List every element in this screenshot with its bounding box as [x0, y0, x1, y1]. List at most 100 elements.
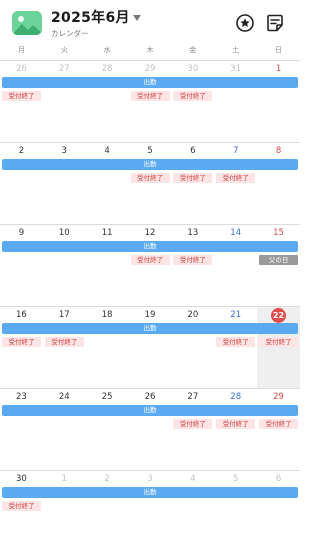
month-selector[interactable]: 2025年6月 カレンダー	[51, 9, 141, 39]
day-cell[interactable]: 5	[214, 471, 257, 547]
reception-closed-tag[interactable]: 受付終了	[173, 91, 213, 101]
day-cell[interactable]: 16	[0, 307, 43, 388]
weekday-tue: 火	[60, 46, 68, 54]
date-number: 26	[16, 64, 27, 74]
reception-closed-tag[interactable]: 受付終了	[259, 337, 299, 347]
day-cell[interactable]: 26	[0, 61, 43, 142]
date-number: 13	[187, 228, 199, 238]
day-cell[interactable]: 18	[86, 307, 129, 388]
calendar-subtitle: カレンダー	[51, 29, 89, 38]
reception-closed-tag[interactable]: 受付終了	[216, 337, 256, 347]
day-cell[interactable]: 2	[0, 143, 43, 224]
day-cell[interactable]: 7	[214, 143, 257, 224]
day-cell[interactable]: 14	[214, 225, 257, 306]
day-cell[interactable]: 17	[43, 307, 86, 388]
weekday-thu: 木	[146, 46, 154, 54]
reception-closed-tag[interactable]: 受付終了	[173, 419, 213, 429]
day-cell[interactable]: 1	[43, 471, 86, 547]
day-cell[interactable]: 19	[129, 307, 172, 388]
calendar-week: 9 10 11 12 13 14 15 出勤 受付終了 受付終了 父の日	[0, 224, 300, 306]
day-cell[interactable]: 15	[257, 225, 300, 306]
today-date-number: 22	[271, 308, 287, 323]
date-number: 3	[61, 146, 67, 156]
month-title[interactable]: 2025年6月	[51, 9, 130, 27]
day-cell[interactable]: 22	[257, 307, 300, 388]
star-circle-icon[interactable]	[235, 13, 255, 33]
notes-icon[interactable]	[265, 13, 285, 33]
date-number: 7	[232, 146, 239, 156]
shift-event-bar[interactable]: 出勤	[2, 487, 298, 498]
day-cell[interactable]: 29	[129, 61, 172, 142]
day-cell[interactable]: 5	[129, 143, 172, 224]
day-cell[interactable]: 26	[129, 389, 172, 470]
weekday-sat: 土	[232, 46, 240, 54]
date-number: 11	[101, 228, 113, 238]
reception-closed-tag[interactable]: 受付終了	[173, 255, 213, 265]
reception-closed-tag[interactable]: 受付終了	[2, 337, 41, 347]
date-number: 27	[187, 392, 199, 402]
date-number: 26	[144, 392, 156, 402]
date-number: 2	[104, 474, 110, 484]
day-cell[interactable]: 30	[171, 61, 214, 142]
date-number: 30	[16, 474, 27, 484]
calendar-app-icon[interactable]	[12, 11, 42, 35]
reception-closed-tag[interactable]: 受付終了	[216, 419, 256, 429]
day-cell[interactable]: 31	[214, 61, 257, 142]
day-cell[interactable]: 3	[129, 471, 172, 547]
day-cell[interactable]: 6	[257, 471, 300, 547]
day-cell[interactable]: 1	[257, 61, 300, 142]
day-cell[interactable]: 25	[86, 389, 129, 470]
date-number: 27	[58, 64, 70, 74]
day-cell[interactable]: 27	[43, 61, 86, 142]
reception-closed-tag[interactable]: 受付終了	[2, 501, 41, 511]
day-cell[interactable]: 28	[214, 389, 257, 470]
reception-closed-tag[interactable]: 受付終了	[173, 173, 213, 183]
day-cell[interactable]: 11	[86, 225, 129, 306]
day-cell[interactable]: 4	[171, 471, 214, 547]
day-cell[interactable]: 8	[257, 143, 300, 224]
day-cell[interactable]: 28	[86, 61, 129, 142]
calendar-week: 30 1 2 3 4 5 6 出勤受付終了	[0, 470, 300, 547]
weekday-sun: 日	[275, 46, 283, 54]
date-number: 28	[230, 392, 242, 402]
date-number: 29	[144, 64, 156, 74]
day-cell[interactable]: 20	[171, 307, 214, 388]
date-number: 2	[18, 146, 25, 156]
shift-event-bar[interactable]: 出勤	[2, 405, 298, 416]
weekday-wed: 水	[103, 46, 111, 54]
date-number: 16	[16, 310, 27, 320]
day-cell[interactable]: 12	[129, 225, 172, 306]
date-number: 4	[190, 474, 196, 484]
day-cell[interactable]: 3	[43, 143, 86, 224]
day-cell[interactable]: 27	[171, 389, 214, 470]
date-number: 10	[58, 228, 70, 238]
reception-closed-tag[interactable]: 受付終了	[216, 173, 256, 183]
reception-closed-tag[interactable]: 受付終了	[259, 419, 299, 429]
shift-event-bar[interactable]: 出勤	[2, 77, 298, 88]
calendar-week: 16 17 18 19 20 21 22 出勤 受付終了 受付終了 受付終了 受付終了	[0, 306, 300, 388]
day-cell[interactable]: 10	[43, 225, 86, 306]
day-cell[interactable]: 4	[86, 143, 129, 224]
reception-closed-tag[interactable]: 受付終了	[130, 91, 170, 101]
day-cell[interactable]: 6	[171, 143, 214, 224]
reception-closed-tag[interactable]: 受付終了	[44, 337, 84, 347]
day-cell[interactable]: 9	[0, 225, 43, 306]
day-cell[interactable]: 2	[86, 471, 129, 547]
day-cell[interactable]: 23	[0, 389, 43, 470]
shift-event-bar[interactable]: 出勤	[2, 241, 298, 252]
day-cell[interactable]: 24	[43, 389, 86, 470]
day-cell[interactable]: 29	[257, 389, 300, 470]
reception-closed-tag[interactable]: 受付終了	[2, 91, 41, 101]
reception-closed-tag[interactable]: 受付終了	[130, 255, 170, 265]
date-number: 23	[16, 392, 27, 402]
day-cell[interactable]: 21	[214, 307, 257, 388]
shift-event-bar[interactable]: 出勤	[2, 159, 298, 170]
shift-event-bar[interactable]: 出勤	[2, 323, 298, 334]
day-cell[interactable]: 13	[171, 225, 214, 306]
dropdown-arrow-icon[interactable]	[132, 15, 141, 21]
calendar-week: 2 3 4 5 6 7 8 出勤 受付終了 受付終了 受付終了	[0, 142, 300, 224]
reception-closed-tag[interactable]: 受付終了	[130, 173, 170, 183]
date-number: 5	[232, 474, 239, 484]
date-number: 6	[275, 474, 282, 484]
date-number: 6	[190, 146, 196, 156]
